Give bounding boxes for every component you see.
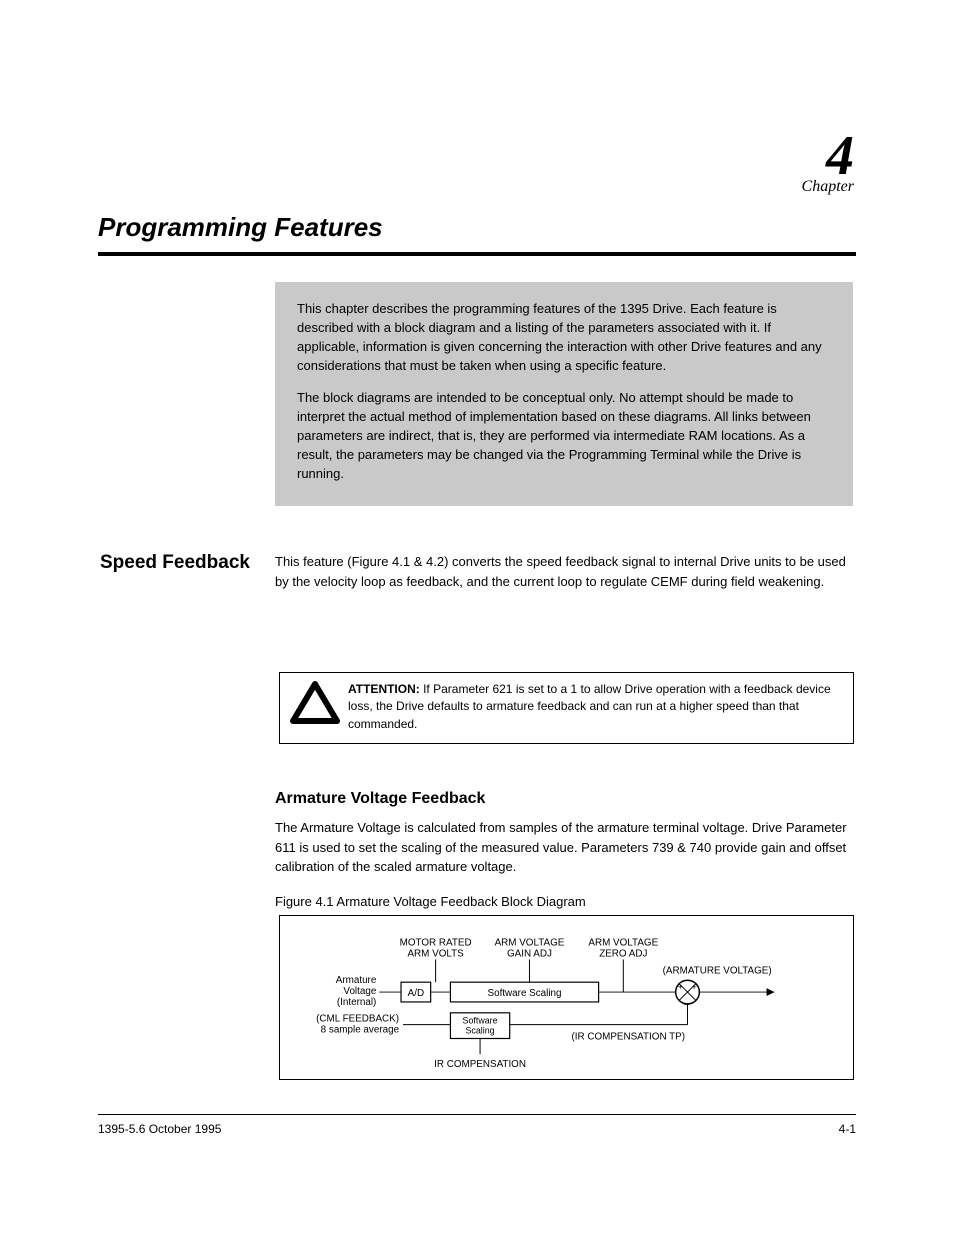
footer-left: 1395-5.6 October 1995	[98, 1122, 221, 1136]
caution-body: If Parameter 621 is set to a 1 to allow …	[348, 682, 831, 731]
armature-paragraph: The Armature Voltage is calculated from …	[275, 818, 853, 877]
svg-text:(IR COMPENSATION TP): (IR COMPENSATION TP)	[571, 1031, 685, 1042]
svg-text:(Internal): (Internal)	[337, 997, 376, 1008]
footer-right: 4-1	[839, 1122, 856, 1136]
diagram-label: MOTOR RATED	[400, 938, 472, 949]
svg-text:Software: Software	[463, 1016, 498, 1026]
svg-text:(CML FEEDBACK): (CML FEEDBACK)	[316, 1014, 399, 1025]
chapter-label: Chapter	[802, 178, 854, 196]
horizontal-rule	[98, 252, 856, 256]
figure-caption: Figure 4.1 Armature Voltage Feedback Blo…	[275, 894, 586, 909]
svg-text:A/D: A/D	[408, 988, 424, 999]
warning-triangle-icon	[290, 681, 340, 725]
svg-text:ARM VOLTAGE: ARM VOLTAGE	[495, 938, 565, 949]
caution-box: ATTENTION: If Parameter 621 is set to a …	[279, 672, 854, 744]
intro-paragraph-2: The block diagrams are intended to be co…	[297, 389, 831, 483]
svg-text:ZERO ADJ: ZERO ADJ	[599, 949, 647, 960]
page: 4 Chapter Programming Features This chap…	[0, 0, 954, 1235]
intro-paragraph-1: This chapter describes the programming f…	[297, 300, 831, 375]
block-diagram: MOTOR RATED ARM VOLTS ARM VOLTAGE GAIN A…	[280, 916, 853, 1079]
caution-text: ATTENTION: If Parameter 621 is set to a …	[348, 682, 831, 731]
subsection-heading-armature: Armature Voltage Feedback	[275, 790, 485, 808]
footer-rule	[98, 1114, 856, 1115]
svg-text:+: +	[678, 982, 683, 992]
svg-text:Voltage: Voltage	[343, 986, 376, 997]
chapter-title: Programming Features	[98, 212, 383, 243]
svg-text:Software Scaling: Software Scaling	[488, 988, 562, 999]
figure-box: MOTOR RATED ARM VOLTS ARM VOLTAGE GAIN A…	[279, 915, 854, 1080]
svg-text:ARM VOLTAGE: ARM VOLTAGE	[588, 938, 658, 949]
intro-box: This chapter describes the programming f…	[275, 282, 853, 506]
chapter-number: 4	[802, 128, 854, 184]
speed-feedback-paragraph: This feature (Figure 4.1 & 4.2) converts…	[275, 552, 853, 591]
svg-text:ARM VOLTS: ARM VOLTS	[407, 949, 464, 960]
svg-text:+: +	[691, 982, 696, 992]
svg-text:−: −	[684, 999, 690, 1011]
svg-text:Scaling: Scaling	[466, 1026, 495, 1036]
svg-text:8 sample average: 8 sample average	[321, 1025, 400, 1036]
svg-text:(ARMATURE VOLTAGE): (ARMATURE VOLTAGE)	[663, 965, 772, 976]
svg-text:GAIN ADJ: GAIN ADJ	[507, 949, 552, 960]
caution-heading: ATTENTION:	[348, 682, 420, 696]
section-heading-speed-feedback: Speed Feedback	[100, 552, 250, 574]
svg-text:Armature: Armature	[336, 975, 377, 986]
chapter-header: 4 Chapter	[802, 128, 854, 196]
svg-text:IR COMPENSATION: IR COMPENSATION	[434, 1059, 526, 1070]
